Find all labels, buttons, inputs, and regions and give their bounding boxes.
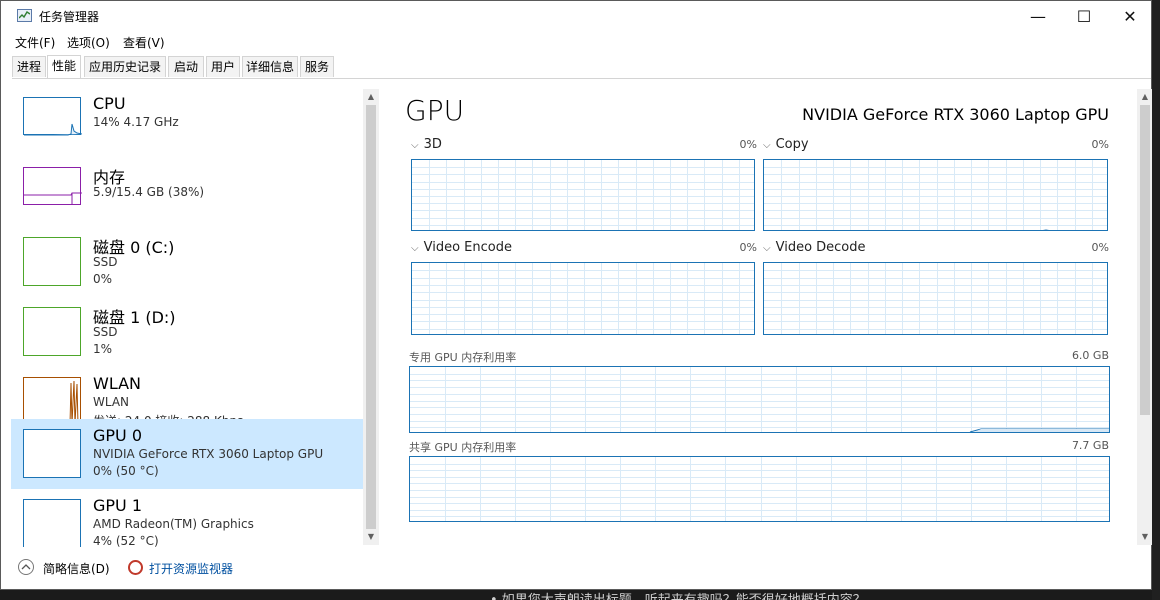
minimize-button[interactable]: — xyxy=(1015,1,1061,31)
window-title: 任务管理器 xyxy=(39,10,100,24)
task-manager-window: 任务管理器 — ☐ ✕ 文件(F) 选项(O) 查看(V) 进程 性能 应用历史… xyxy=(0,0,1153,590)
background-desktop xyxy=(1152,0,1160,600)
footer-bar: 简略信息(D) 打开资源监视器 xyxy=(1,553,1151,589)
resource-item-gpu-1[interactable]: GPU 1 AMD Radeon(TM) Graphics 4% (52 °C) xyxy=(11,489,363,547)
resource-item-disk-1[interactable]: 磁盘 1 (D:) SSD 1% xyxy=(11,297,363,367)
task-manager-app-icon xyxy=(17,9,32,22)
resource-item-cpu[interactable]: CPU 14% 4.17 GHz xyxy=(11,87,363,157)
item-detail: WLAN xyxy=(93,395,130,409)
cpu-thumbnail xyxy=(23,97,82,136)
background-caption: • 如果您大声朗读出标题，听起来有趣吗？能否很好地概括内容？ xyxy=(490,589,1050,600)
chevron-down-icon: ⌵ xyxy=(763,140,771,151)
graph-grid xyxy=(410,457,1109,521)
graph-3d xyxy=(411,159,755,231)
engine-percent-video-decode: 0% xyxy=(1091,241,1109,254)
tab-app-history[interactable]: 应用历史记录 xyxy=(84,56,166,77)
scroll-down-icon[interactable]: ▼ xyxy=(363,529,379,545)
item-title: GPU 0 xyxy=(93,426,143,445)
close-button[interactable]: ✕ xyxy=(1107,1,1153,31)
tab-performance[interactable]: 性能 xyxy=(47,55,81,78)
engine-percent-video-encode: 0% xyxy=(739,241,757,254)
graph-shared-memory xyxy=(409,456,1110,522)
resource-item-memory[interactable]: 内存 5.9/15.4 GB (38%) xyxy=(11,157,363,227)
tab-services[interactable]: 服务 xyxy=(300,56,334,77)
title-bar: 任务管理器 — ☐ ✕ xyxy=(1,1,1151,31)
resource-list: CPU 14% 4.17 GHz 内存 5.9/15.4 GB (38%) 磁盘… xyxy=(11,87,363,547)
item-title: GPU 1 xyxy=(93,496,143,515)
item-detail: 5.9/15.4 GB (38%) xyxy=(93,185,205,199)
graph-line xyxy=(1042,229,1050,230)
graph-grid xyxy=(412,160,754,230)
gpu-device-name: NVIDIA GeForce RTX 3060 Laptop GPU xyxy=(802,105,1109,124)
engine-label-video-encode[interactable]: ⌵ Video Encode xyxy=(411,240,512,255)
resource-monitor-icon[interactable] xyxy=(128,560,143,575)
item-title: WLAN xyxy=(93,374,142,393)
graph-line xyxy=(969,428,1109,432)
menu-file[interactable]: 文件(F) xyxy=(15,34,55,51)
scroll-thumb[interactable] xyxy=(366,105,376,529)
dedicated-memory-max: 6.0 GB xyxy=(1071,349,1109,362)
scroll-up-icon[interactable]: ▲ xyxy=(363,89,379,105)
open-resource-monitor-link[interactable]: 打开资源监视器 xyxy=(149,560,233,577)
item-usage: 0% xyxy=(93,272,113,286)
graph-grid xyxy=(412,263,754,334)
graph-grid xyxy=(764,263,1107,334)
item-detail: SSD xyxy=(93,325,118,339)
menu-view[interactable]: 查看(V) xyxy=(123,34,165,51)
scroll-up-icon[interactable]: ▲ xyxy=(1137,89,1153,105)
shared-memory-max: 7.7 GB xyxy=(1071,439,1109,452)
scroll-thumb[interactable] xyxy=(1140,105,1150,415)
chevron-up-icon[interactable] xyxy=(18,559,34,575)
graph-video-encode xyxy=(411,262,755,335)
item-usage: 4% (52 °C) xyxy=(93,534,159,547)
maximize-button[interactable]: ☐ xyxy=(1061,1,1107,31)
disk-1-thumbnail xyxy=(23,307,81,356)
engine-label-video-decode[interactable]: ⌵ Video Decode xyxy=(763,240,866,255)
shared-memory-label: 共享 GPU 内存利用率 xyxy=(409,441,517,454)
chevron-down-icon: ⌵ xyxy=(763,243,771,254)
graph-video-decode xyxy=(763,262,1108,335)
tab-processes[interactable]: 进程 xyxy=(12,56,46,77)
tab-users[interactable]: 用户 xyxy=(206,56,240,77)
fewer-details-link[interactable]: 简略信息(D) xyxy=(43,560,110,577)
item-detail: NVIDIA GeForce RTX 3060 Laptop GPU xyxy=(93,447,324,461)
item-title: CPU xyxy=(93,94,126,113)
tab-startup[interactable]: 启动 xyxy=(168,56,204,77)
memory-thumbnail xyxy=(23,167,82,205)
chevron-down-icon: ⌵ xyxy=(411,243,419,254)
page-title: GPU xyxy=(405,94,465,127)
graph-copy xyxy=(763,159,1108,231)
resource-item-disk-0[interactable]: 磁盘 0 (C:) SSD 0% xyxy=(11,227,363,297)
item-detail: AMD Radeon(TM) Graphics xyxy=(93,517,254,531)
dedicated-memory-label: 专用 GPU 内存利用率 xyxy=(409,351,517,364)
item-detail: 14% 4.17 GHz xyxy=(93,115,179,129)
engine-label-copy[interactable]: ⌵ Copy xyxy=(763,137,809,152)
resource-list-scrollbar[interactable]: ▲ ▼ xyxy=(363,89,379,545)
chevron-down-icon: ⌵ xyxy=(411,140,419,151)
item-usage: 0% (50 °C) xyxy=(93,464,159,478)
tab-strip: 进程 性能 应用历史记录 启动 用户 详细信息 服务 xyxy=(12,55,1151,79)
resource-item-gpu-0[interactable]: GPU 0 NVIDIA GeForce RTX 3060 Laptop GPU… xyxy=(11,419,363,489)
menu-bar: 文件(F) 选项(O) 查看(V) xyxy=(1,32,1151,52)
item-detail: SSD xyxy=(93,255,118,269)
disk-0-thumbnail xyxy=(23,237,81,286)
scroll-down-icon[interactable]: ▼ xyxy=(1137,529,1153,545)
engine-percent-3d: 0% xyxy=(739,138,757,151)
menu-options[interactable]: 选项(O) xyxy=(67,34,110,51)
gpu-0-thumbnail xyxy=(23,429,81,478)
engine-label-3d[interactable]: ⌵ 3D xyxy=(411,137,442,152)
main-scrollbar[interactable]: ▲ ▼ xyxy=(1137,89,1153,545)
engine-percent-copy: 0% xyxy=(1091,138,1109,151)
gpu-1-thumbnail xyxy=(23,499,81,547)
graph-dedicated-memory xyxy=(409,366,1110,433)
tab-details[interactable]: 详细信息 xyxy=(242,56,298,77)
item-usage: 1% xyxy=(93,342,113,356)
